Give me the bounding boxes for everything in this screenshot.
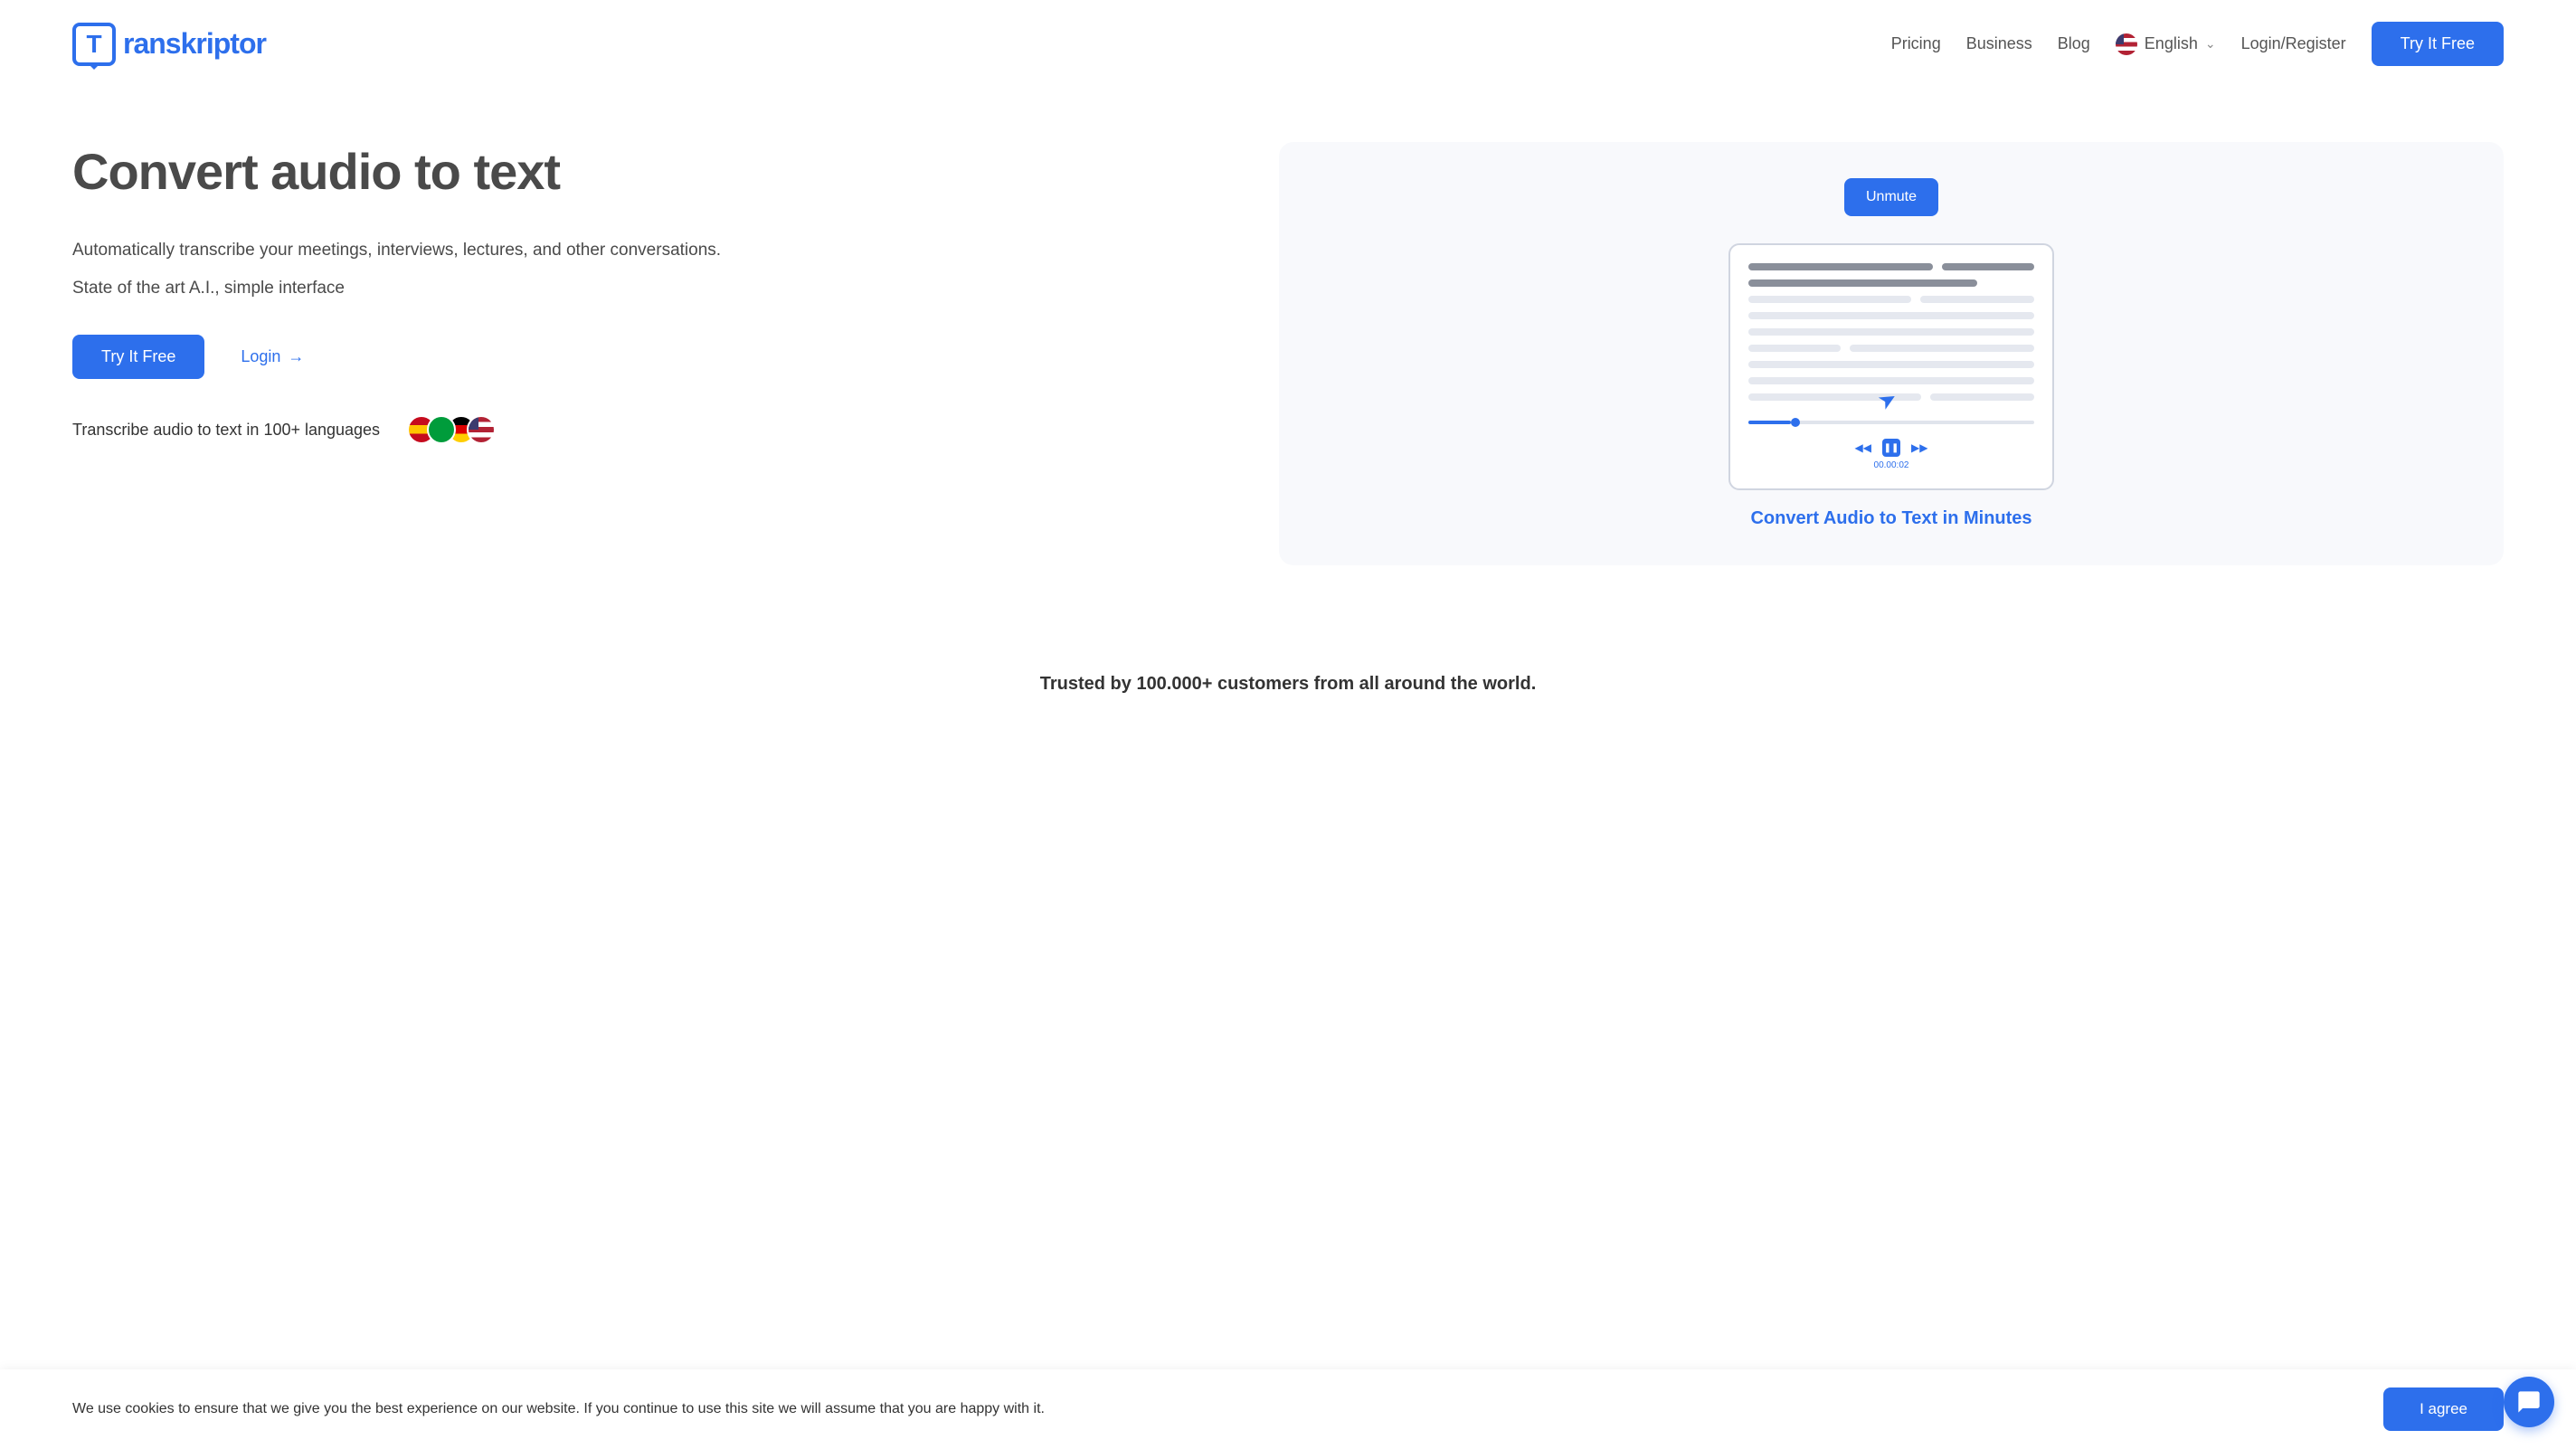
nav-pricing[interactable]: Pricing [1891, 34, 1941, 53]
cta-row: Try It Free Login → [72, 335, 1225, 379]
rewind-icon[interactable]: ◀◀ [1855, 441, 1871, 454]
cookie-text: We use cookies to ensure that we give yo… [72, 1401, 2347, 1417]
language-label: English [2145, 34, 2198, 53]
arrow-right-icon: → [288, 347, 304, 366]
nav-blog[interactable]: Blog [2058, 34, 2090, 53]
cookie-agree-button[interactable]: I agree [2383, 1387, 2504, 1431]
logo-text: ranskriptor [123, 27, 266, 61]
unmute-button[interactable]: Unmute [1844, 178, 1938, 216]
video-transcript-mock: ◀◀ ❚❚ ▶▶ 00.00:02 [1728, 243, 2054, 490]
chevron-down-icon: ⌄ [2205, 36, 2216, 52]
trust-section: Trusted by 100.000+ customers from all a… [0, 620, 2576, 731]
hero-title: Convert audio to text [72, 142, 1225, 201]
hero-left: Convert audio to text Automatically tran… [72, 142, 1225, 565]
logo[interactable]: T ranskriptor [72, 23, 266, 66]
language-row: Transcribe audio to text in 100+ languag… [72, 415, 1225, 444]
logo-icon: T [72, 23, 116, 66]
hero-description: Automatically transcribe your meetings, … [72, 237, 1225, 264]
player-time: 00.00:02 [1748, 460, 2034, 470]
login-label: Login [241, 347, 280, 366]
try-free-hero-button[interactable]: Try It Free [72, 335, 204, 379]
player-controls: ◀◀ ❚❚ ▶▶ [1748, 439, 2034, 457]
nav-login-register[interactable]: Login/Register [2241, 34, 2346, 53]
header: T ranskriptor Pricing Business Blog Engl… [0, 0, 2576, 88]
us-flag-icon [467, 415, 496, 444]
main-nav: Pricing Business Blog English ⌄ Login/Re… [1891, 22, 2504, 66]
try-free-header-button[interactable]: Try It Free [2372, 22, 2504, 66]
pause-icon[interactable]: ❚❚ [1882, 439, 1900, 457]
login-link[interactable]: Login → [241, 347, 304, 366]
chat-widget[interactable] [2504, 1377, 2554, 1427]
hero-section: Convert audio to text Automatically tran… [0, 88, 2576, 620]
chat-icon [2516, 1389, 2542, 1415]
hero-description-2: State of the art A.I., simple interface [72, 279, 1225, 298]
hero-video-panel: Unmute ◀◀ ❚❚ ▶▶ 00.00:02 ➤ Convert Audio… [1279, 142, 2504, 565]
forward-icon[interactable]: ▶▶ [1911, 441, 1927, 454]
nav-business[interactable]: Business [1966, 34, 2032, 53]
language-support-text: Transcribe audio to text in 100+ languag… [72, 421, 380, 440]
cookie-banner: We use cookies to ensure that we give yo… [0, 1369, 2576, 1449]
us-flag-icon [2116, 33, 2137, 55]
video-caption: Convert Audio to Text in Minutes [1750, 508, 2031, 529]
language-selector[interactable]: English ⌄ [2116, 33, 2216, 55]
trust-text: Trusted by 100.000+ customers from all a… [72, 674, 2504, 695]
language-flags [407, 415, 496, 444]
player-progress-bar[interactable] [1748, 421, 2034, 424]
